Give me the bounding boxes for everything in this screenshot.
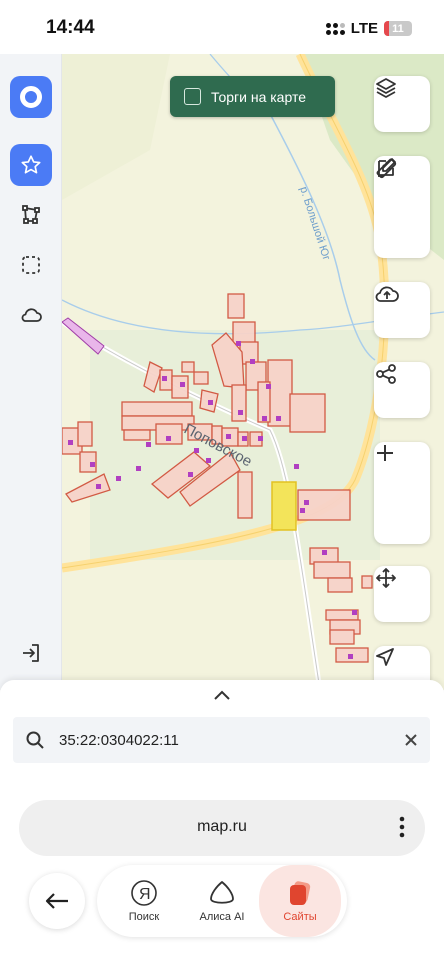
url-text[interactable]: map.ru <box>19 818 425 836</box>
share-icon <box>374 362 430 418</box>
layers-button[interactable] <box>374 76 430 132</box>
cloud-upload-icon <box>374 282 430 338</box>
yandex-icon: Я <box>131 880 157 906</box>
logo-icon[interactable] <box>10 76 52 118</box>
close-icon <box>405 734 417 746</box>
arrow-left-icon <box>45 893 68 909</box>
sites-icon <box>290 881 311 905</box>
cloud-icon <box>21 308 42 322</box>
favorites-button[interactable] <box>10 144 52 186</box>
layers-icon <box>374 76 430 132</box>
zoom-out-button[interactable] <box>374 452 430 542</box>
logout-icon <box>23 644 39 662</box>
cloud-button[interactable] <box>10 294 52 336</box>
river-label: р. Большой Юг <box>297 185 332 262</box>
edit-icon <box>378 158 396 177</box>
svg-text:Я: Я <box>139 886 151 903</box>
signal-icon <box>325 22 345 35</box>
browser-tabs: Я Поиск Алиса AI Сайты <box>97 865 347 937</box>
tab-alice-label: Алиса AI <box>199 911 245 923</box>
zoom-out-icon <box>377 452 393 454</box>
zoom-group <box>374 442 430 544</box>
move-icon <box>374 566 430 622</box>
back-button[interactable] <box>29 873 85 929</box>
search-sheet: 35:22:0304022:11 <box>0 680 444 790</box>
tab-search-label: Поиск <box>128 911 160 923</box>
polygon-icon <box>22 205 40 224</box>
cadastral-search-field[interactable]: 35:22:0304022:11 <box>13 717 430 763</box>
chevron-up-icon[interactable] <box>212 688 232 706</box>
auction-checkbox[interactable] <box>184 88 201 105</box>
logout-button[interactable] <box>10 632 52 674</box>
status-time: 14:44 <box>46 17 95 38</box>
browser-bar: map.ru Я Поиск Алиса AI Сайты <box>0 790 444 960</box>
selected-parcel <box>271 481 297 531</box>
battery-level: 11 <box>392 22 404 35</box>
more-menu-icon[interactable] <box>399 815 405 844</box>
selection-icon <box>22 256 40 274</box>
address-bar[interactable]: map.ru <box>19 800 425 856</box>
network-type: LTE <box>350 20 378 37</box>
tab-search[interactable]: Я Поиск <box>103 865 185 937</box>
select-area-button[interactable] <box>10 244 52 286</box>
search-icon <box>26 731 44 749</box>
auction-toggle[interactable]: Торги на карте <box>170 76 335 117</box>
tab-sites-label: Сайты <box>283 911 317 923</box>
cloud-upload-button[interactable] <box>374 282 430 338</box>
draw-polygon-button[interactable] <box>10 194 52 236</box>
auction-toggle-label: Торги на карте <box>211 88 306 105</box>
move-button[interactable] <box>374 566 430 622</box>
tools-group <box>374 156 430 258</box>
status-indicators: LTE 11 <box>325 20 412 37</box>
alice-icon <box>210 881 234 904</box>
map-canvas[interactable]: Поповское р. Большой Юг Торги на карте <box>0 54 444 690</box>
share-button[interactable] <box>374 362 430 418</box>
battery-icon: 11 <box>384 21 412 36</box>
star-icon <box>21 155 41 174</box>
left-sidebar <box>0 54 62 690</box>
search-query[interactable]: 35:22:0304022:11 <box>59 732 404 749</box>
tab-alice[interactable]: Алиса AI <box>181 865 263 937</box>
status-bar: 14:44 LTE 11 <box>0 0 444 56</box>
tab-sites[interactable]: Сайты <box>259 865 341 937</box>
edit-button[interactable] <box>374 158 430 256</box>
